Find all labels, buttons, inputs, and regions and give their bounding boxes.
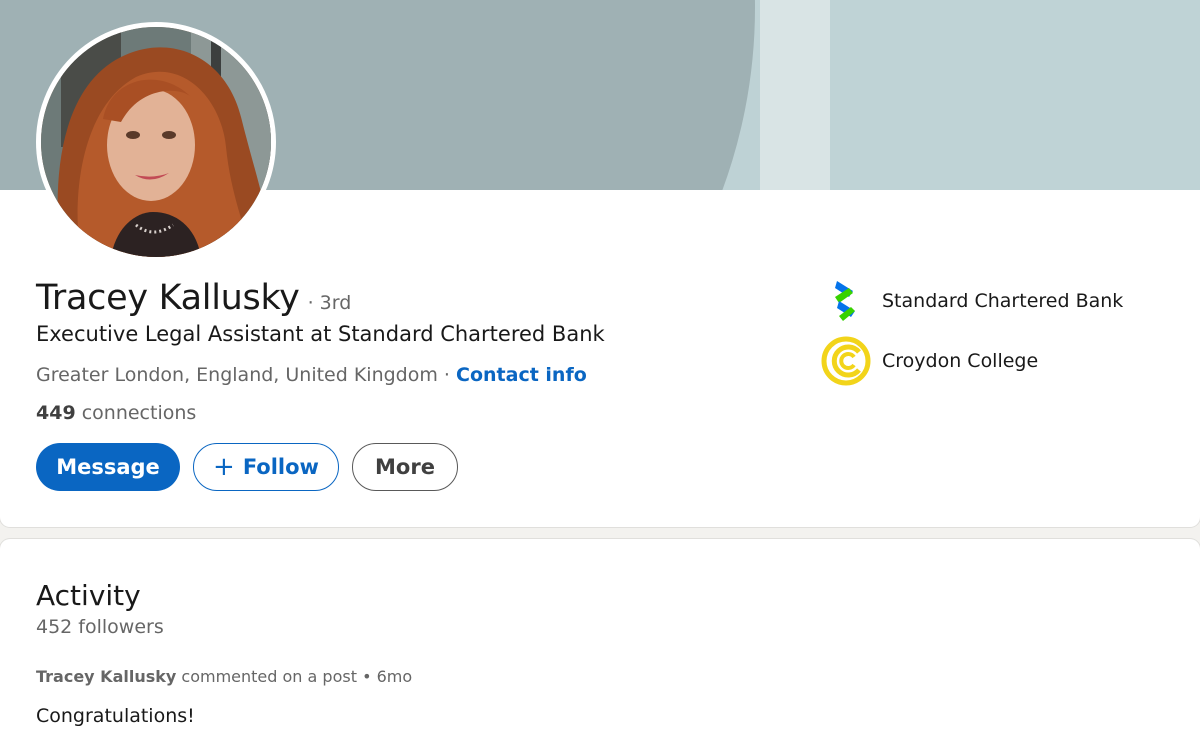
avatar[interactable] <box>36 22 276 262</box>
profile-actions: Message + Follow More <box>36 443 458 491</box>
location-row: Greater London, England, United Kingdom … <box>36 364 587 386</box>
follow-label: Follow <box>242 455 319 479</box>
message-button[interactable]: Message <box>36 443 180 491</box>
followers-count: 452 followers <box>36 616 164 638</box>
standard-chartered-logo-icon <box>820 275 872 327</box>
more-button[interactable]: More <box>352 443 458 491</box>
profile-card: Tracey Kallusky · 3rd Executive Legal As… <box>0 0 1200 527</box>
profile-photo-icon <box>41 27 271 257</box>
connections-number: 449 <box>36 402 76 424</box>
org-item-croydon-college[interactable]: Croydon College <box>820 336 1123 386</box>
contact-info-link[interactable]: Contact info <box>456 364 587 386</box>
post-author: Tracey Kallusky <box>36 667 177 686</box>
croydon-college-logo-icon <box>820 335 872 387</box>
org-item-standard-chartered[interactable]: Standard Chartered Bank <box>820 276 1123 326</box>
post-text[interactable]: Congratulations! <box>36 705 195 727</box>
org-name: Standard Chartered Bank <box>882 290 1124 312</box>
banner-right-panel <box>830 0 1200 190</box>
banner-light-band <box>760 0 830 190</box>
profile-name: Tracey Kallusky <box>36 278 300 318</box>
follow-button[interactable]: + Follow <box>193 443 339 491</box>
connection-degree: · 3rd <box>307 292 352 314</box>
name-row: Tracey Kallusky · 3rd <box>36 278 351 318</box>
org-name: Croydon College <box>882 350 1039 372</box>
activity-card: Activity 452 followers Tracey Kallusky c… <box>0 539 1200 747</box>
profile-headline: Executive Legal Assistant at Standard Ch… <box>36 322 605 346</box>
organization-list: Standard Chartered Bank Croydon College <box>820 276 1123 396</box>
post-meta-text: commented on a post • 6mo <box>176 667 413 686</box>
activity-title: Activity <box>36 579 141 612</box>
profile-location: Greater London, England, United Kingdom <box>36 364 438 386</box>
plus-icon: + <box>213 452 235 482</box>
connections-label: connections <box>75 402 197 424</box>
post-meta[interactable]: Tracey Kallusky commented on a post • 6m… <box>36 667 412 686</box>
location-separator: · <box>437 364 457 386</box>
connections-count[interactable]: 449 connections <box>36 402 196 424</box>
